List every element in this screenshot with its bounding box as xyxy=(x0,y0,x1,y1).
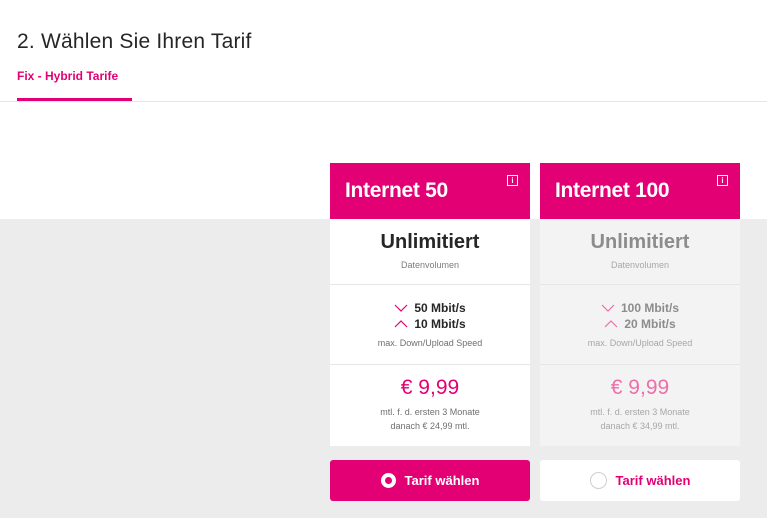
download-speed-value: 50 Mbit/s xyxy=(414,301,466,315)
tab-fix-hybrid[interactable]: Fix - Hybrid Tarife xyxy=(17,69,118,83)
radio-unselected-icon[interactable] xyxy=(589,472,607,489)
price-value: € 9,99 xyxy=(400,376,460,399)
price-value: € 9,99 xyxy=(610,376,670,399)
tariff-card-body: Unlimitiert Datenvolumen 50 Mbit/s 10 Mb… xyxy=(330,219,530,446)
chevron-down-icon xyxy=(601,304,615,312)
chevron-up-icon xyxy=(604,320,618,328)
price-note: mtl. f. d. ersten 3 Monate xyxy=(590,407,690,417)
price-after: danach € 34,99 mtl. xyxy=(600,421,680,431)
upload-speed: 10 Mbit/s xyxy=(330,316,530,332)
volume-section: Unlimitiert Datenvolumen xyxy=(330,219,530,285)
upload-speed: 20 Mbit/s xyxy=(540,316,740,332)
header-divider xyxy=(0,101,767,102)
tariff-card-internet-50[interactable]: Internet 50 i Unlimitiert Datenvolumen 5… xyxy=(330,163,530,446)
speed-label: max. Down/Upload Speed xyxy=(377,338,483,348)
speed-section: 100 Mbit/s 20 Mbit/s max. Down/Upload Sp… xyxy=(540,285,740,365)
upload-speed-value: 10 Mbit/s xyxy=(414,317,466,331)
tariff-name: Internet 100 xyxy=(555,179,670,202)
upload-speed-value: 20 Mbit/s xyxy=(624,317,676,331)
tariff-name: Internet 50 xyxy=(345,179,448,202)
info-icon[interactable]: i xyxy=(507,175,518,186)
page-title: 2. Wählen Sie Ihren Tarif xyxy=(17,30,252,53)
volume-value: Unlimitiert xyxy=(590,231,690,253)
select-tariff-internet-50-button[interactable]: Tarif wählen xyxy=(330,460,530,501)
chevron-down-icon xyxy=(394,304,408,312)
volume-label: Datenvolumen xyxy=(610,260,670,270)
chevron-up-icon xyxy=(394,320,408,328)
volume-label: Datenvolumen xyxy=(400,260,460,270)
price-section: € 9,99 mtl. f. d. ersten 3 Monate danach… xyxy=(330,365,530,446)
select-tariff-label: Tarif wählen xyxy=(615,473,691,488)
price-after: danach € 24,99 mtl. xyxy=(390,421,470,431)
speed-section: 50 Mbit/s 10 Mbit/s max. Down/Upload Spe… xyxy=(330,285,530,365)
tariff-card-header: Internet 100 i xyxy=(540,163,740,219)
speed-label: max. Down/Upload Speed xyxy=(587,338,693,348)
download-speed-value: 100 Mbit/s xyxy=(620,301,680,315)
download-speed: 100 Mbit/s xyxy=(540,300,740,316)
volume-value: Unlimitiert xyxy=(380,231,480,253)
select-tariff-internet-100-button[interactable]: Tarif wählen xyxy=(540,460,740,501)
tariff-card-body: Unlimitiert Datenvolumen 100 Mbit/s 20 M… xyxy=(540,219,740,446)
price-note: mtl. f. d. ersten 3 Monate xyxy=(380,407,480,417)
radio-selected-icon[interactable] xyxy=(380,473,396,488)
select-tariff-label: Tarif wählen xyxy=(404,473,480,488)
tariff-card-internet-100[interactable]: Internet 100 i Unlimitiert Datenvolumen … xyxy=(540,163,740,446)
tariff-card-header: Internet 50 i xyxy=(330,163,530,219)
download-speed: 50 Mbit/s xyxy=(330,300,530,316)
info-icon[interactable]: i xyxy=(717,175,728,186)
volume-section: Unlimitiert Datenvolumen xyxy=(540,219,740,285)
price-section: € 9,99 mtl. f. d. ersten 3 Monate danach… xyxy=(540,365,740,446)
